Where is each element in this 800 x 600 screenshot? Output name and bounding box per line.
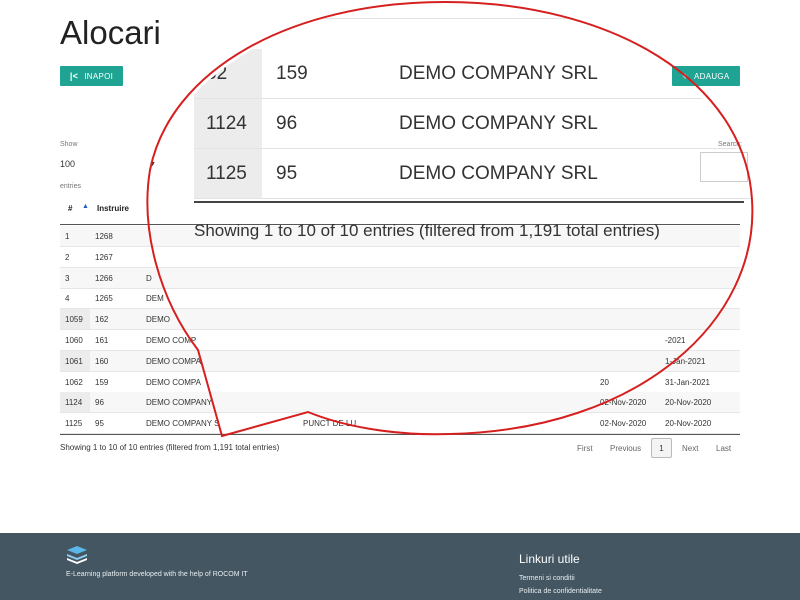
zoom-callout-outline bbox=[146, 0, 754, 438]
